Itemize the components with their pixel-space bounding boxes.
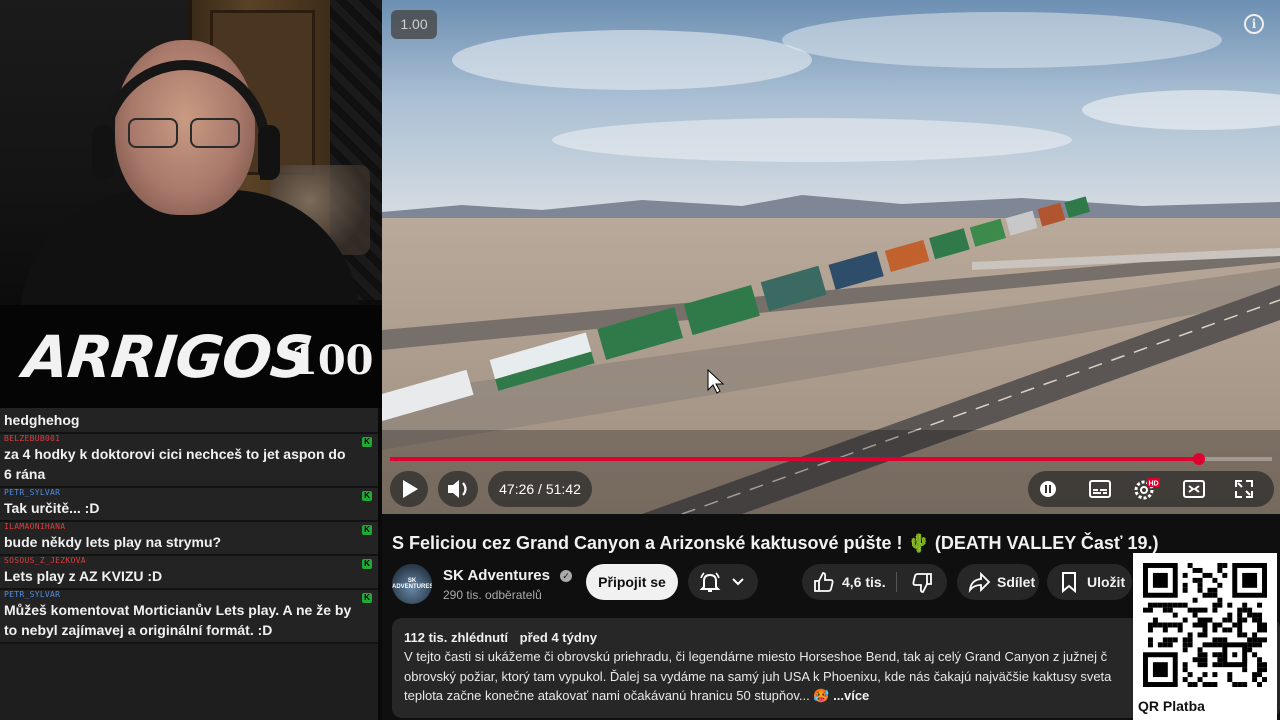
share-button[interactable]: Sdílet	[957, 564, 1039, 600]
channel-row: SK ADVENTURES SK Adventures ✓ 290 tis. o…	[392, 564, 1132, 604]
play-button[interactable]	[390, 471, 428, 507]
fullscreen-icon[interactable]	[1232, 477, 1256, 501]
streamer	[20, 40, 360, 305]
save-icon	[1062, 572, 1076, 594]
join-button[interactable]: Připojit se	[586, 564, 678, 600]
chat-platform-icon: K	[362, 593, 372, 603]
chat-panel: hedghehog BELZEBUB001 za 4 hodky k doktoro…	[0, 408, 378, 720]
description-line: teplota začne konečne atakovať nami očak…	[404, 686, 1144, 706]
chat-text: Lets play z AZ KVIZU :D	[4, 568, 163, 584]
chat-text: Můžeš komentovat Morticianův Lets play. …	[4, 602, 352, 638]
video-frame	[382, 0, 1280, 514]
view-count: 112 tis. zhlédnutí	[404, 630, 509, 645]
chat-message: ILAMAONIHANA bude někdy lets play na stry…	[0, 522, 378, 556]
chat-username[interactable]: PETR_SYLVAR	[4, 590, 356, 600]
bell-icon	[699, 572, 721, 592]
time-display: 47:26 / 51:42	[488, 471, 592, 507]
chat-platform-icon: K	[362, 491, 372, 501]
chevron-down-icon	[732, 578, 744, 586]
progress-bar[interactable]	[390, 453, 1272, 465]
svg-text:HD: HD	[1148, 481, 1158, 488]
stream-logo: ARRIGOS	[20, 323, 316, 391]
play-icon	[403, 480, 418, 498]
playback-speed-badge: 1.00	[391, 10, 437, 39]
stream-logo-banner: ARRIGOS 100	[0, 305, 382, 408]
description-line: V tejto časti si ukážeme či obrovskú pri…	[404, 649, 1108, 664]
description-line: obrovský požiar, ktorý tam vypukol. Ďale…	[404, 668, 1112, 684]
share-icon	[968, 571, 991, 593]
verified-icon: ✓	[560, 570, 572, 582]
chat-text: za 4 hodky k doktorovi cici nechceš to j…	[4, 446, 346, 482]
video-title: S Feliciou cez Grand Canyon a Arizonské …	[392, 533, 1159, 553]
stream-counter: 100	[290, 337, 374, 384]
volume-button[interactable]	[438, 471, 478, 507]
chat-message: SOSOUS_Z_JEZKOVA Lets play z AZ KVIZU :D K	[0, 556, 378, 590]
chat-platform-icon: K	[362, 559, 372, 569]
chat-text: bude někdy lets play na strymu?	[4, 534, 222, 550]
qr-label: QR Platba	[1138, 698, 1205, 714]
like-divider	[896, 572, 897, 592]
chat-platform-icon: K	[362, 525, 372, 535]
chat-message: PETR_SYLVAR Můžeš komentovat Morticianův …	[0, 590, 378, 644]
subscriber-count: 290 tis. odběratelů	[443, 588, 542, 602]
chat-message: PETR_SYLVAR Tak určitě... :D K	[0, 488, 378, 522]
chat-text: hedghehog	[4, 412, 80, 428]
chat-username[interactable]: BELZEBUB001	[4, 434, 356, 444]
chat-username[interactable]: PETR_SYLVAR	[4, 488, 356, 498]
description-line-text: teplota začne konečne atakovať nami očak…	[404, 688, 834, 703]
avatar-text: SK ADVENTURES	[392, 578, 432, 590]
chat-username[interactable]: SOSOUS_Z_JEZKOVA	[4, 556, 356, 566]
chat-text: Tak určitě... :D	[4, 500, 100, 516]
channel-avatar[interactable]: SK ADVENTURES	[392, 564, 432, 604]
save-button[interactable]: Uložit	[1047, 564, 1132, 600]
share-label: Sdílet	[997, 574, 1036, 590]
settings-icon[interactable]: HD	[1132, 476, 1160, 502]
pause-icon[interactable]	[1036, 477, 1060, 501]
like-icon[interactable]	[812, 570, 836, 594]
player-right-controls: HD	[1028, 471, 1274, 507]
upload-age: před 4 týdny	[519, 630, 597, 645]
info-icon[interactable]: i	[1244, 14, 1264, 34]
chat-username[interactable]: ILAMAONIHANA	[4, 522, 356, 532]
qr-code	[1143, 563, 1267, 687]
stream-panel: ARRIGOS 100 hedghehog BELZEBUB001 za 4 hod…	[0, 0, 382, 720]
like-count[interactable]: 4,6 tis.	[842, 564, 886, 600]
miniplayer-icon[interactable]	[1182, 477, 1206, 501]
volume-icon	[448, 480, 467, 498]
chat-message: hedghehog	[0, 408, 378, 434]
screen: ARRIGOS 100 hedghehog BELZEBUB001 za 4 hod…	[0, 0, 1280, 720]
video-player[interactable]: 1.00 i 47:26 / 51:42 HD	[382, 0, 1280, 514]
chat-platform-icon: K	[362, 437, 372, 447]
dislike-icon[interactable]	[910, 571, 934, 595]
progress-bar-played	[390, 457, 1200, 461]
chat-message: BELZEBUB001 za 4 hodky k doktorovi cici n…	[0, 434, 378, 488]
like-dislike-group: 4,6 tis.	[802, 564, 947, 600]
qr-payment-overlay: QR Platba	[1133, 553, 1277, 720]
subtitles-icon[interactable]	[1088, 477, 1112, 501]
notification-button[interactable]	[688, 564, 758, 600]
webcam-feed	[0, 0, 382, 305]
show-more-button[interactable]: ...více	[833, 688, 869, 703]
save-label: Uložit	[1087, 574, 1126, 590]
channel-name[interactable]: SK Adventures	[443, 567, 550, 584]
